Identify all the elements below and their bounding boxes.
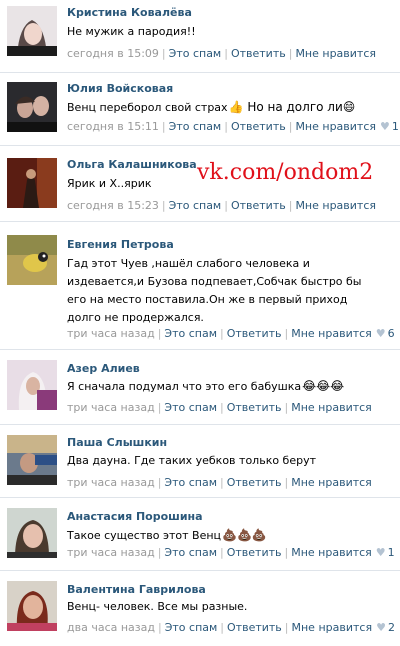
reply-link[interactable]: Ответить — [227, 546, 282, 559]
like-link[interactable]: Мне нравится — [291, 327, 372, 340]
comment-author[interactable]: Валентина Гаврилова — [67, 583, 206, 596]
comment-meta: три часа назад | Это спам | Ответить | Мне нра… — [67, 327, 395, 340]
comment-author[interactable]: Юлия Войсковая — [67, 82, 173, 95]
like-link[interactable]: Мне нравится — [295, 120, 376, 133]
like-count: 1 — [387, 546, 395, 559]
comment-text: Такое существо этот Венц💩💩💩 — [67, 528, 267, 542]
comment-item: Азер Алиев Я сначала подумал что это его… — [0, 350, 400, 425]
spam-link[interactable]: Это спам — [164, 401, 217, 414]
watermark-text: vk.com/ondom2 — [197, 160, 374, 185]
comment-time[interactable]: сегодня в 15:09 — [67, 47, 159, 60]
avatar[interactable] — [7, 508, 57, 558]
comment-time[interactable]: три часа назад — [67, 401, 155, 414]
like-count: 6 — [387, 327, 395, 340]
spam-link[interactable]: Это спам — [164, 476, 217, 489]
like-link[interactable]: Мне нравится — [291, 546, 372, 559]
comment-author[interactable]: Анастасия Порошина — [67, 510, 203, 523]
reply-link[interactable]: Ответить — [227, 401, 282, 414]
avatar[interactable] — [7, 158, 57, 208]
comment-time[interactable]: три часа назад — [67, 476, 155, 489]
comment-meta: три часа назад | Это спам | Ответить | Мне нра… — [67, 546, 395, 559]
heart-icon[interactable]: ♥ — [380, 120, 390, 133]
comment-text: Венц переборол свой страх👍 Но на долго л… — [67, 100, 356, 114]
comment-item: Евгения Петрова Гад этот Чуев ,нашёл сла… — [0, 222, 400, 350]
reply-link[interactable]: Ответить — [227, 476, 282, 489]
comment-text: Я сначала подумал что это его бабушка😂😂😂 — [67, 379, 345, 393]
comment-meta: сегодня в 15:23 | Это спам | Ответить | Мне нр… — [67, 199, 377, 212]
spam-link[interactable]: Это спам — [164, 327, 217, 340]
comment-time[interactable]: два часа назад — [67, 621, 155, 634]
comment-item: Кристина Ковалёва Не мужик а пародия!! с… — [0, 0, 400, 73]
reply-link[interactable]: Ответить — [231, 199, 286, 212]
comment-meta: два часа назад | Это спам | Ответить | Мне нра… — [67, 621, 395, 634]
comment-text: Не мужик а пародия!! — [67, 25, 196, 38]
comment-item: Валентина Гаврилова Венц- человек. Все м… — [0, 571, 400, 646]
avatar[interactable] — [7, 435, 57, 485]
like-count: 2 — [387, 621, 395, 634]
heart-icon[interactable]: ♥ — [376, 546, 386, 559]
heart-icon[interactable]: ♥ — [376, 621, 386, 634]
spam-link[interactable]: Это спам — [165, 621, 218, 634]
comment-author[interactable]: Ольга Калашникова — [67, 158, 197, 171]
avatar[interactable] — [7, 360, 57, 410]
avatar[interactable] — [7, 6, 57, 56]
avatar[interactable] — [7, 581, 57, 631]
spam-link[interactable]: Это спам — [169, 47, 222, 60]
comment-item: Анастасия Порошина Такое существо этот В… — [0, 498, 400, 571]
comment-meta: сегодня в 15:11 | Это спам | Ответить | Мне нр… — [67, 120, 399, 133]
avatar[interactable] — [7, 235, 57, 285]
like-link[interactable]: Мне нравится — [295, 47, 376, 60]
comment-author[interactable]: Азер Алиев — [67, 362, 140, 375]
comment-time[interactable]: сегодня в 15:11 — [67, 120, 159, 133]
avatar[interactable] — [7, 82, 57, 132]
like-link[interactable]: Мне нравится — [291, 476, 372, 489]
comment-meta: сегодня в 15:09 | Это спам | Ответить | Мне нр… — [67, 47, 377, 60]
like-link[interactable]: Мне нравится — [292, 621, 373, 634]
reply-link[interactable]: Ответить — [231, 120, 286, 133]
comment-time[interactable]: три часа назад — [67, 546, 155, 559]
comment-time[interactable]: сегодня в 15:23 — [67, 199, 159, 212]
like-link[interactable]: Мне нравится — [295, 199, 376, 212]
spam-link[interactable]: Это спам — [169, 199, 222, 212]
comment-meta: три часа назад | Это спам | Ответить | Мне нра… — [67, 476, 372, 489]
comment-meta: три часа назад | Это спам | Ответить | Мне нра… — [67, 401, 372, 414]
reply-link[interactable]: Ответить — [231, 47, 286, 60]
comment-author[interactable]: Кристина Ковалёва — [67, 6, 192, 19]
comment-item: Юлия Войсковая Венц переборол свой страх… — [0, 73, 400, 146]
comment-item: Паша Слышкин Два дауна. Где таких уебков… — [0, 425, 400, 498]
comment-text: Гад этот Чуев ,нашёл слабого человека и … — [67, 257, 362, 324]
comment-text: Венц- человек. Все мы разные. — [67, 600, 248, 613]
spam-link[interactable]: Это спам — [164, 546, 217, 559]
comment-time[interactable]: три часа назад — [67, 327, 155, 340]
reply-link[interactable]: Ответить — [227, 621, 282, 634]
like-count: 1 — [391, 120, 399, 133]
like-link[interactable]: Мне нравится — [291, 401, 372, 414]
comment-text: Два дауна. Где таких уебков только берут — [67, 454, 317, 467]
spam-link[interactable]: Это спам — [169, 120, 222, 133]
comment-author[interactable]: Евгения Петрова — [67, 238, 174, 251]
comment-author[interactable]: Паша Слышкин — [67, 436, 167, 449]
reply-link[interactable]: Ответить — [227, 327, 282, 340]
heart-icon[interactable]: ♥ — [376, 327, 386, 340]
